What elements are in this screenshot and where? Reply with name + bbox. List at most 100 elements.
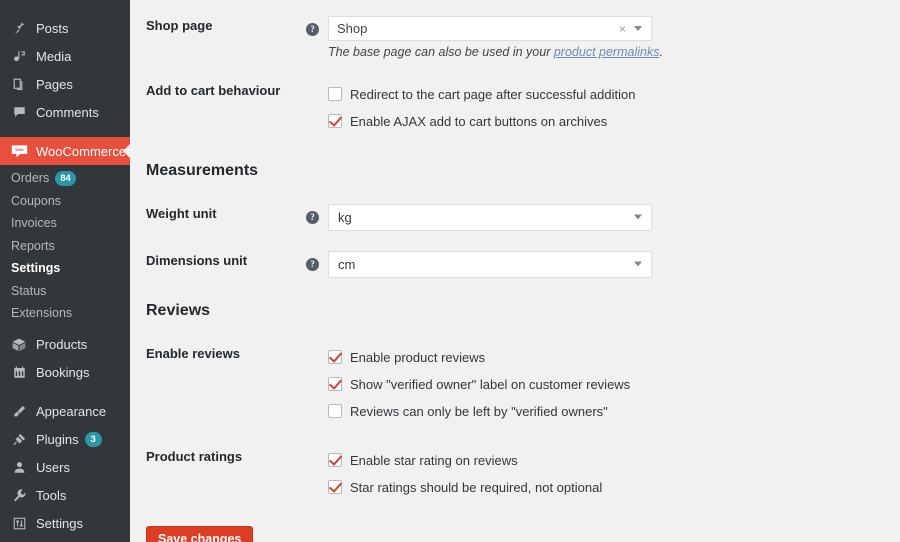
paintbrush-icon [9, 402, 29, 422]
sidebar-item-label: Appearance [36, 404, 107, 419]
submenu-item-reports[interactable]: Reports [0, 235, 130, 258]
sidebar-item-plugins[interactable]: Plugins 3 [0, 426, 130, 454]
checkbox-enable-star-rating[interactable] [328, 453, 342, 467]
description-text-after: . [659, 45, 663, 59]
plug-icon [9, 430, 29, 450]
reviews-heading: Reviews [146, 301, 211, 319]
add-to-cart-label: Add to cart behaviour [146, 82, 281, 98]
dimensions-unit-select[interactable]: cm [328, 250, 652, 278]
sidebar-item-comments[interactable]: Comments [0, 98, 130, 126]
submenu-item-extensions[interactable]: Extensions [0, 302, 130, 325]
submenu-item-label: Orders [11, 171, 50, 186]
product-ratings-options: Enable star rating on reviews Star ratin… [328, 447, 900, 501]
user-icon [9, 458, 29, 478]
submenu-item-label: Status [11, 283, 47, 298]
sidebar-item-products[interactable]: Products [0, 331, 130, 359]
row-product-ratings: Product ratings Enable star rating on re… [130, 425, 900, 501]
sidebar-item-label: Settings [36, 516, 83, 531]
shop-page-label: Shop page [146, 18, 213, 33]
sidebar-item-users[interactable]: Users [0, 454, 130, 482]
chevron-down-icon[interactable] [634, 214, 642, 220]
checkbox-label: Star ratings should be required, not opt… [350, 479, 603, 495]
sidebar-item-tools[interactable]: Tools [0, 482, 130, 510]
row-dimensions-unit: Dimensions unit ? cm [130, 231, 900, 278]
checkbox-verified-owner-label[interactable] [328, 377, 342, 391]
wrench-icon [9, 486, 29, 506]
checkbox-enable-ajax[interactable] [328, 114, 342, 128]
checkbox-star-ratings-required[interactable] [328, 480, 342, 494]
checkbox-row-star-ratings-required[interactable]: Star ratings should be required, not opt… [328, 474, 900, 501]
submenu-item-orders[interactable]: Orders 84 [0, 167, 130, 190]
checkbox-label: Show "verified owner" label on customer … [350, 376, 631, 392]
submenu-item-label: Coupons [11, 193, 62, 208]
sidebar-item-woocommerce[interactable]: woo WooCommerce [0, 137, 131, 165]
clear-icon[interactable]: × [619, 23, 626, 35]
enable-reviews-label: Enable reviews [146, 345, 240, 361]
sidebar-item-label: Products [36, 337, 88, 352]
submenu-item-settings[interactable]: Settings [0, 257, 130, 280]
checkbox-label: Enable product reviews [350, 349, 486, 365]
submenu-item-label: Settings [11, 261, 61, 276]
save-changes-button[interactable]: Save changes [146, 525, 254, 542]
submenu-item-label: Invoices [11, 216, 57, 231]
checkbox-row-enable-ajax[interactable]: Enable AJAX add to cart buttons on archi… [328, 108, 900, 135]
product-ratings-label: Product ratings [146, 448, 243, 464]
sliders-icon [9, 514, 29, 534]
shop-page-value: Shop [337, 21, 368, 36]
sidebar-item-posts[interactable]: Posts [0, 14, 130, 42]
sidebar-item-media[interactable]: Media [0, 42, 130, 70]
submenu-item-coupons[interactable]: Coupons [0, 190, 130, 213]
submenu-item-invoices[interactable]: Invoices [0, 212, 130, 235]
checkbox-row-only-verified-owners[interactable]: Reviews can only be left by "verified ow… [328, 398, 900, 425]
media-icon [9, 46, 29, 66]
weight-unit-select[interactable]: kg [328, 203, 652, 231]
sidebar-item-bookings[interactable]: Bookings [0, 359, 130, 387]
checkbox-redirect-to-cart[interactable] [328, 87, 342, 101]
add-to-cart-options: Redirect to the cart page after successf… [328, 81, 900, 135]
shop-page-field: Shop × The base page can also be used in… [328, 16, 900, 62]
weight-unit-help[interactable]: ? [306, 204, 328, 225]
woocommerce-submenu: Orders 84 Coupons Invoices Reports Setti… [0, 165, 130, 331]
sidebar-item-label: Pages [36, 76, 73, 92]
checkbox-row-redirect-to-cart[interactable]: Redirect to the cart page after successf… [328, 81, 900, 108]
checkbox-only-verified-owners[interactable] [328, 404, 342, 418]
sidebar-item-pages[interactable]: Pages [0, 70, 130, 98]
dimensions-unit-help[interactable]: ? [306, 251, 328, 272]
save-row: Save changes [130, 525, 900, 542]
orders-count-badge: 84 [55, 170, 76, 186]
box-icon [9, 335, 29, 355]
sidebar-item-label: Users [36, 460, 70, 475]
checkbox-enable-product-reviews[interactable] [328, 350, 342, 364]
sidebar-item-label: WooCommerce [36, 143, 127, 159]
checkbox-label: Reviews can only be left by "verified ow… [350, 403, 608, 419]
row-shop-page: Shop page ? Shop × The base page can als… [130, 0, 900, 62]
checkbox-row-enable-star-rating[interactable]: Enable star rating on reviews [328, 447, 900, 474]
help-icon[interactable]: ? [306, 210, 319, 224]
checkbox-label: Redirect to the cart page after successf… [350, 86, 636, 102]
checkbox-row-verified-owner-label[interactable]: Show "verified owner" label on customer … [328, 371, 900, 398]
product-permalinks-link[interactable]: product permalinks [554, 45, 660, 59]
help-icon[interactable]: ? [306, 257, 319, 271]
checkbox-row-enable-product-reviews[interactable]: Enable product reviews [328, 344, 900, 371]
dimensions-unit-value: cm [338, 256, 356, 272]
row-weight-unit: Weight unit ? kg [130, 180, 900, 231]
svg-text:woo: woo [14, 147, 24, 152]
description-text-before: The base page can also be used in your [328, 45, 554, 59]
help-icon[interactable]: ? [306, 23, 319, 36]
calendar-icon [9, 363, 29, 383]
weight-unit-value: kg [338, 209, 352, 225]
chevron-down-icon[interactable] [634, 261, 642, 267]
settings-content: Shop page ? Shop × The base page can als… [130, 0, 900, 542]
shop-page-help[interactable]: ? [306, 16, 328, 37]
pages-icon [9, 74, 29, 94]
sidebar-item-label: Comments [36, 104, 99, 120]
chevron-down-icon[interactable] [634, 26, 642, 31]
shop-page-select[interactable]: Shop × [328, 16, 652, 41]
sidebar-item-settings[interactable]: Settings [0, 510, 130, 538]
plugins-count-badge: 3 [84, 432, 102, 447]
submenu-item-label: Extensions [11, 306, 73, 321]
submenu-item-status[interactable]: Status [0, 280, 130, 303]
row-enable-reviews: Enable reviews Enable product reviews Sh… [130, 320, 900, 425]
enable-reviews-options: Enable product reviews Show "verified ow… [328, 344, 900, 425]
sidebar-item-appearance[interactable]: Appearance [0, 398, 130, 426]
